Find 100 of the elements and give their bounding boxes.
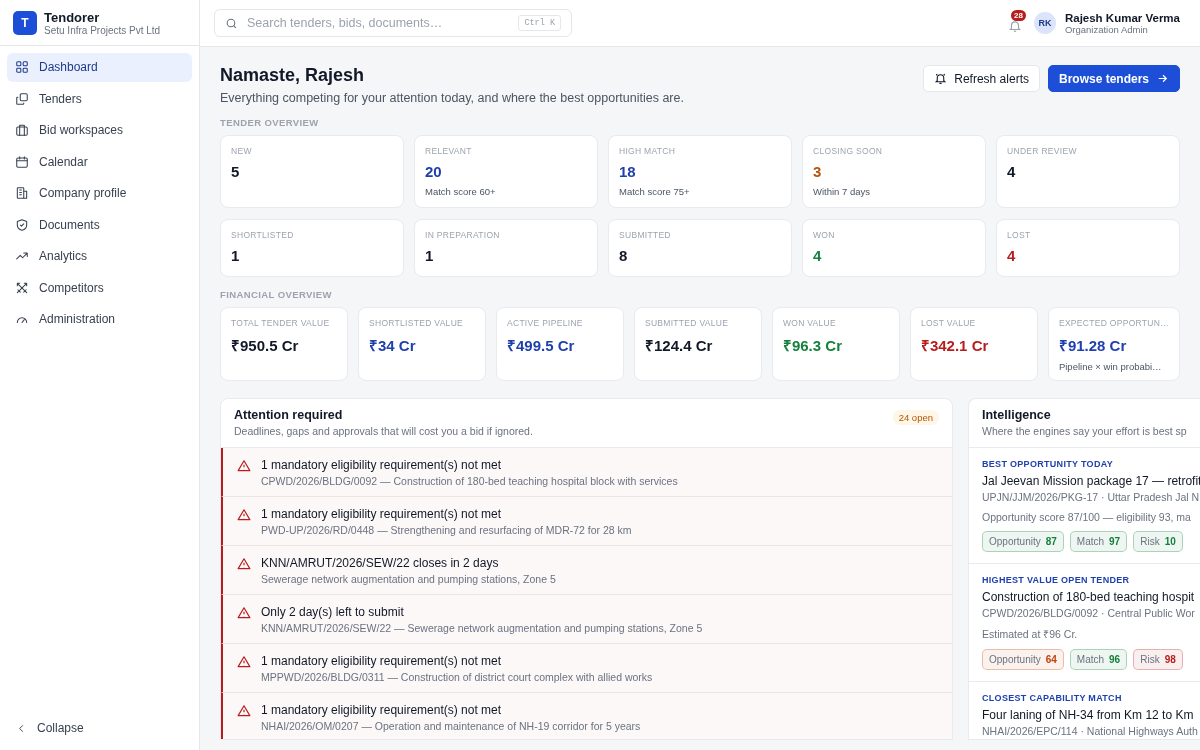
sidebar-item[interactable]: Competitors [7,273,192,302]
insight-meta: CPWD/2026/BLDG/0092 · Central Public Wor [982,607,1196,619]
value-label: EXPECTED OPPORTUN… [1058,318,1169,328]
value-note: Pipeline × win probabi… [1058,361,1163,372]
page-title: Namaste, Rajesh [220,65,366,86]
stat-note: Match score 60+ [425,186,497,197]
alert-title: KNN/AMRUT/2026/SEW/22 closes in 2 days [261,556,500,570]
warning-icon [237,557,251,571]
stat-value: 4 [813,247,823,264]
insight-meta: UPJN/JJM/2026/PKG-17 · Uttar Pradesh Jal N [982,491,1200,503]
alert-title: 1 mandatory eligibility requirement(s) not met [261,507,503,521]
score-label: Risk [1140,536,1160,547]
score-value: 96 [1109,654,1121,665]
score-value: 64 [1045,654,1057,665]
alert-item[interactable]: Only 2 day(s) left to submit KNN/AMRUT/2026/SEW/22 — Sewerage network augmentation and pumping stations, Zone 5 [221,595,952,644]
value-label: WON VALUE [782,318,837,328]
insight-heading: HIGHEST VALUE OPEN TENDER [982,575,1131,585]
panel-title: Attention required [234,408,344,422]
value-label: SHORTLISTED VALUE [369,318,465,328]
alert-item[interactable]: 1 mandatory eligibility requirement(s) not met PWD-UP/2026/RD/0448 — Strengthening and resurfacing of MDR-72 for 28 km [221,497,952,546]
stat-value: 1 [425,247,435,264]
value-label: SUBMITTED VALUE [644,318,730,328]
stat-label: IN PREPARATION [425,230,501,240]
alert-title: 1 mandatory eligibility requirement(s) not met [261,654,503,668]
score-value: 98 [1164,654,1176,665]
insight-heading: CLOSEST CAPABILITY MATCH [982,693,1123,703]
alert-detail: CPWD/2026/BLDG/0092 — Construction of 180-bed teaching hospital block with services [261,475,678,487]
search-icon [225,16,238,30]
warning-icon [237,655,251,669]
open-count-badge: 24 open [892,410,939,425]
swords-icon [15,280,29,295]
stat-label: UNDER REVIEW [1007,146,1078,156]
alert-item[interactable]: 1 mandatory eligibility requirement(s) not met NHAI/2026/OM/0207 — Operation and maintenance of NH-19 corridor for 5 years [221,693,952,739]
page-subtitle: Everything competing for your attention today, and where the best opportunities are. [220,91,684,105]
organization-name: Setu Infra Projects Pvt Ltd [44,24,161,36]
value-amount: ₹342.1 Cr [920,336,990,355]
alert-detail: MPPWD/2026/BLDG/0311 — Construction of district court complex with allied works [261,671,653,683]
alert-detail: KNN/AMRUT/2026/SEW/22 — Sewerage network augmentation and pumping stations, Zone 5 [261,622,703,634]
grid-icon [15,60,29,75]
insight-title[interactable]: Four laning of NH-34 from Km 12 to Km [982,708,1200,722]
score-value: 10 [1164,536,1176,547]
score-label: Opportunity [989,654,1041,665]
sidebar-item[interactable]: Tenders [7,84,192,113]
stat-label: SHORTLISTED [231,230,295,240]
score-value: 87 [1045,536,1057,547]
insight-note: Estimated at ₹96 Cr. [982,627,1079,641]
score-label: Risk [1140,654,1160,665]
stat-note: Match score 75+ [619,186,691,197]
search-field[interactable]: Search tenders, bids, documents… [245,15,512,31]
briefcase-icon [15,123,29,138]
stat-value: 8 [619,247,629,264]
value-label: LOST VALUE [920,318,977,328]
warning-icon [237,704,251,718]
bell-icon [1007,19,1022,33]
sidebar-item[interactable]: Company profile [7,179,192,208]
stat-value: 1 [231,247,241,264]
shortcut-hint: Ctrl K [518,15,561,31]
warning-icon [237,459,251,473]
stat-note: Within 7 days [813,186,872,197]
browse-tenders-button[interactable]: Browse tenders [1047,65,1180,92]
insight-meta: NHAI/2026/EPC/114 · National Highways Auth [982,725,1199,737]
refresh-alerts-button[interactable]: Refresh alerts [923,65,1040,92]
alert-detail: NHAI/2026/OM/0207 — Operation and maintenance of NH-19 corridor for 5 years [261,720,641,732]
sidebar-item[interactable]: Administration [7,305,192,334]
arrow-right-icon [1156,72,1169,85]
alert-item[interactable]: KNN/AMRUT/2026/SEW/22 closes in 2 days Sewerage network augmentation and pumping stations, Zone 5 [221,546,952,595]
sidebar-item[interactable]: Documents [7,210,192,239]
collapse-button[interactable]: Collapse [0,708,199,748]
insight-title[interactable]: Construction of 180-bed teaching hospit [982,590,1200,604]
warning-icon [237,606,251,620]
alert-detail: PWD-UP/2026/RD/0448 — Strengthening and resurfacing of MDR-72 for 28 km [261,524,632,536]
notification-count: 28 [1010,10,1026,21]
stat-label: CLOSING SOON [813,146,884,156]
bell-icon [934,72,948,85]
calendar-icon [15,154,29,169]
stat-label: NEW [231,146,253,156]
value-amount: ₹96.3 Cr [782,336,843,355]
insight-heading: BEST OPPORTUNITY TODAY [982,459,1114,469]
stat-label: SUBMITTED [619,230,672,240]
section-heading: FINANCIAL OVERVIEW [220,289,333,300]
alert-item[interactable]: 1 mandatory eligibility requirement(s) not met MPPWD/2026/BLDG/0311 — Construction of district court complex with allied works [221,644,952,693]
sidebar-item[interactable]: Analytics [7,242,192,271]
stat-label: WON [813,230,836,240]
alert-item[interactable]: 1 mandatory eligibility requirement(s) not met CPWD/2026/BLDG/0092 — Construction of 180-bed teaching hospital block with services [221,448,952,497]
sidebar-item[interactable]: Dashboard [7,53,192,82]
score-label: Opportunity [989,536,1041,547]
sidebar-item[interactable]: Bid workspaces [7,116,192,145]
alert-title: 1 mandatory eligibility requirement(s) not met [261,458,503,472]
score-label: Match [1076,654,1105,665]
score-value: 97 [1109,536,1121,547]
section-heading: TENDER OVERVIEW [220,117,320,128]
value-label: ACTIVE PIPELINE [506,318,584,328]
notifications-button[interactable]: 28 [1004,13,1025,33]
user-avatar[interactable]: RK [1033,12,1056,34]
panel-subtitle: Deadlines, gaps and approvals that will cost you a bid if ignored. [234,425,533,437]
stat-label: LOST [1007,230,1032,240]
stat-value: 18 [619,163,637,180]
alert-title: 1 mandatory eligibility requirement(s) not met [261,703,503,717]
sidebar-item[interactable]: Calendar [7,147,192,176]
stat-label: HIGH MATCH [619,146,677,156]
